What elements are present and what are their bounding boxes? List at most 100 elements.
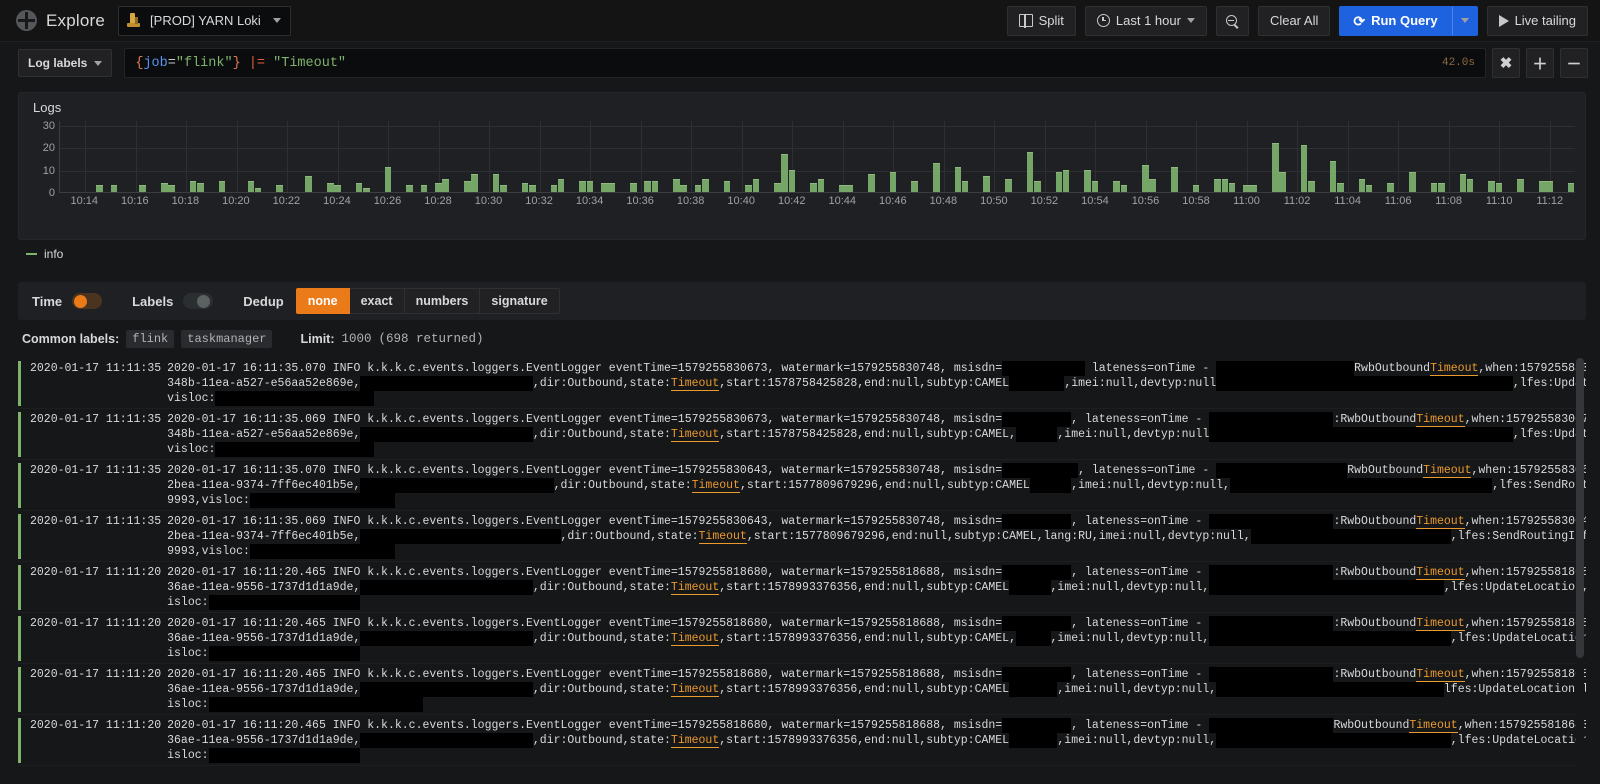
chart-bar[interactable]	[1409, 171, 1416, 192]
chart-bar[interactable]	[932, 162, 940, 192]
split-button[interactable]: Split	[1006, 5, 1076, 36]
chart-bar[interactable]	[189, 180, 197, 192]
chart-bar[interactable]	[868, 174, 875, 192]
log-rows-container[interactable]: 2020-01-17 11:11:35 2020-01-17 16:11:35.0…	[18, 358, 1586, 770]
log-message[interactable]: 2020-01-17 16:11:20.465 INFO k.k.k.c.eve…	[161, 667, 1586, 712]
log-message[interactable]: 2020-01-17 16:11:35.069 INFO k.k.k.c.eve…	[161, 412, 1586, 457]
labels-toggle[interactable]	[183, 293, 214, 309]
chart-bar[interactable]	[528, 185, 536, 192]
logs-scrollbar[interactable]	[1576, 358, 1584, 770]
chart-bar[interactable]	[1091, 180, 1099, 192]
remove-query-button[interactable]: －	[1560, 48, 1588, 78]
chart-bar[interactable]	[161, 183, 168, 192]
log-row[interactable]: 2020-01-17 11:11:20 2020-01-17 16:11:20.4…	[18, 715, 1586, 766]
chart-bar[interactable]	[363, 187, 370, 192]
chart-bar[interactable]	[500, 185, 507, 192]
chart-bar[interactable]	[817, 178, 825, 192]
chart-bar[interactable]	[1142, 165, 1149, 192]
chart-bar[interactable]	[839, 185, 846, 192]
log-row[interactable]: 2020-01-17 11:11:35 2020-01-17 16:11:35.0…	[18, 409, 1586, 460]
chart-bar[interactable]	[1243, 185, 1250, 192]
log-message[interactable]: 2020-01-17 16:11:20.465 INFO k.k.k.c.eve…	[161, 718, 1586, 763]
dedup-option-numbers[interactable]: numbers	[404, 288, 481, 314]
log-row[interactable]: 2020-01-17 11:11:35 2020-01-17 16:11:35.0…	[18, 460, 1586, 511]
chart-bar[interactable]	[1538, 180, 1546, 192]
chart-bar[interactable]	[471, 174, 478, 192]
chart-bar[interactable]	[139, 185, 146, 192]
chart-bar[interactable]	[961, 180, 969, 192]
chart-bar[interactable]	[521, 183, 529, 192]
log-row[interactable]: 2020-01-17 11:11:20 2020-01-17 16:11:20.4…	[18, 664, 1586, 715]
log-labels-button[interactable]: Log labels	[18, 49, 113, 77]
live-tailing-button[interactable]: Live tailing	[1486, 5, 1588, 36]
chart-bar[interactable]	[651, 180, 659, 192]
chart-bar[interactable]	[889, 171, 897, 192]
logs-scrollbar-thumb[interactable]	[1576, 358, 1584, 658]
chart-bar[interactable]	[1387, 183, 1395, 192]
chart-bar[interactable]	[305, 176, 312, 192]
chart-bar[interactable]	[1214, 178, 1221, 192]
chart-bar[interactable]	[550, 185, 558, 192]
chart-bar[interactable]	[810, 183, 817, 192]
legend-item-label[interactable]: info	[44, 247, 63, 261]
chart-bar[interactable]	[1336, 183, 1344, 192]
chart-bar[interactable]	[1329, 160, 1337, 192]
chart-bar[interactable]	[96, 185, 103, 192]
chart-bar[interactable]	[435, 183, 442, 192]
chart-bar[interactable]	[247, 180, 255, 192]
chart-bar[interactable]	[954, 167, 962, 192]
query-expression[interactable]: {job="flink"} |= "Timeout"	[135, 56, 1442, 71]
chart-bar[interactable]	[1005, 178, 1012, 192]
chart-bar[interactable]	[1365, 185, 1373, 192]
chart-bar[interactable]	[442, 178, 449, 192]
chart-bar[interactable]	[168, 185, 175, 192]
chart-bar[interactable]	[1149, 178, 1156, 192]
log-message[interactable]: 2020-01-17 16:11:35.069 INFO k.k.k.c.eve…	[161, 514, 1586, 559]
zoom-out-button[interactable]	[1215, 5, 1249, 36]
chart-bar[interactable]	[1192, 185, 1200, 192]
chart-bar[interactable]	[1055, 171, 1063, 192]
chart-bar[interactable]	[601, 183, 608, 192]
chart-bar[interactable]	[1272, 142, 1279, 192]
chart-bar[interactable]	[492, 174, 500, 192]
chart-bar[interactable]	[680, 185, 688, 192]
chart-bar[interactable]	[1466, 178, 1474, 192]
chart-bar[interactable]	[1221, 178, 1229, 192]
chart-bar[interactable]	[1250, 185, 1257, 192]
plot-area[interactable]	[59, 121, 1575, 193]
chart-bar[interactable]	[218, 180, 226, 192]
chart-bar[interactable]	[702, 178, 709, 192]
chart-bar[interactable]	[846, 185, 853, 192]
chart-bar[interactable]	[774, 183, 781, 192]
run-query-dropdown[interactable]	[1451, 5, 1478, 36]
chart-area[interactable]: 0 10 20 30 10:14 10:16 10:18 10:20 10:22 10:24 10…	[19, 120, 1585, 239]
dedup-option-none[interactable]: none	[295, 288, 350, 314]
common-label-chip[interactable]: flink	[126, 330, 175, 348]
chart-bar[interactable]	[745, 185, 752, 192]
log-message[interactable]: 2020-01-17 16:11:35.070 INFO k.k.k.c.eve…	[161, 463, 1586, 508]
chart-bar[interactable]	[1358, 178, 1366, 192]
common-label-chip[interactable]: taskmanager	[181, 330, 273, 348]
chart-bar[interactable]	[1437, 183, 1445, 192]
chart-bar[interactable]	[788, 169, 796, 192]
chart-bar[interactable]	[1567, 183, 1575, 192]
chart-bar[interactable]	[1120, 185, 1128, 192]
dedup-option-exact[interactable]: exact	[349, 288, 405, 314]
log-row[interactable]: 2020-01-17 11:11:35 2020-01-17 16:11:35.0…	[18, 511, 1586, 562]
chart-bar[interactable]	[1279, 171, 1286, 192]
clear-query-button[interactable]: ✖	[1492, 48, 1520, 78]
run-query-button[interactable]: ⟳ Run Query	[1339, 5, 1452, 36]
chart-bar[interactable]	[644, 180, 651, 192]
time-range-picker[interactable]: Last 1 hour	[1084, 5, 1207, 36]
chart-bar[interactable]	[629, 183, 637, 192]
chart-bar[interactable]	[1062, 169, 1070, 192]
chart-bar[interactable]	[197, 183, 204, 192]
chart-bar[interactable]	[723, 180, 731, 192]
clear-all-button[interactable]: Clear All	[1257, 5, 1331, 36]
chart-bar[interactable]	[384, 167, 392, 192]
chart-bar[interactable]	[420, 185, 428, 192]
chart-bar[interactable]	[1300, 144, 1308, 192]
chart-bar[interactable]	[781, 153, 789, 192]
log-message[interactable]: 2020-01-17 16:11:20.465 INFO k.k.k.c.eve…	[161, 616, 1586, 661]
chart-bar[interactable]	[673, 178, 680, 192]
